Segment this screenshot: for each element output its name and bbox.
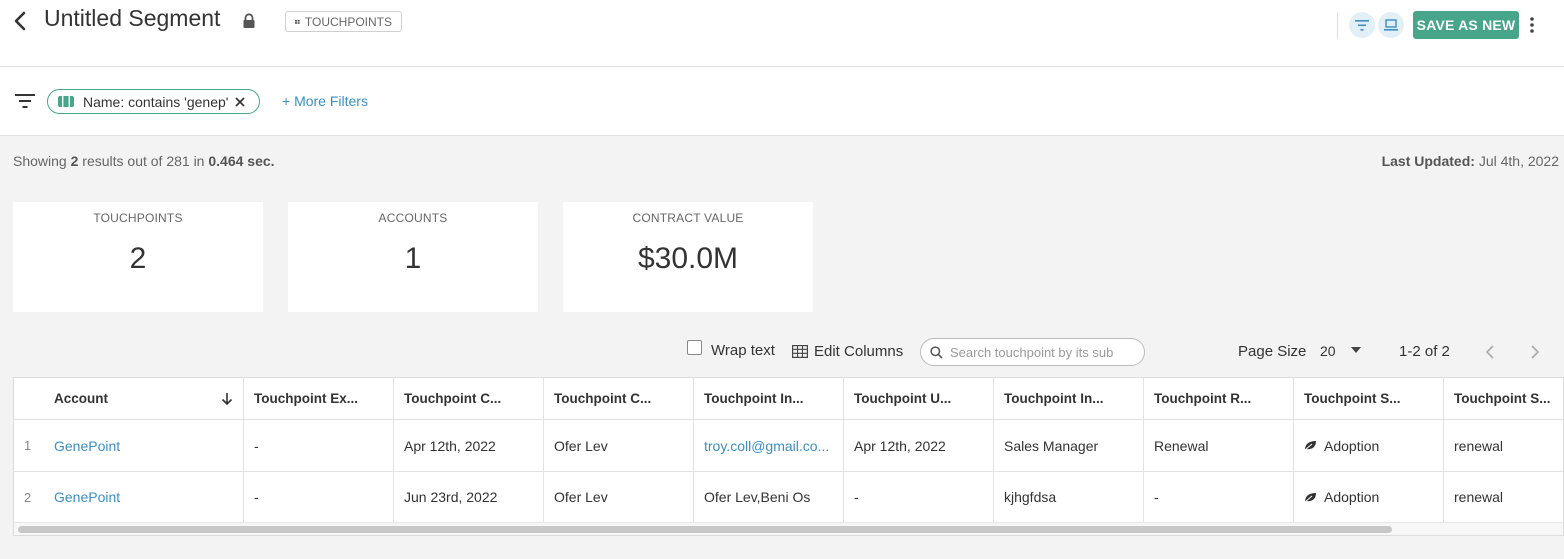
- filter-bar: Name: contains 'genep' + More Filters: [0, 67, 1564, 136]
- table-cell: kjhgfdsa: [994, 472, 1144, 522]
- card-value: $30.0M: [637, 242, 739, 275]
- monitor-icon: [1384, 18, 1398, 31]
- page-header: Untitled Segment TOUCHPOINTS SAVE AS NEW: [0, 0, 1564, 67]
- table-row[interactable]: 1 GenePoint - Apr 12th, 2022 Ofer Lev tr…: [14, 420, 1563, 471]
- remove-filter-icon[interactable]: [234, 96, 246, 108]
- stage-label: Adoption: [1324, 437, 1380, 454]
- table-cell: Jun 23rd, 2022: [394, 472, 544, 522]
- wrap-text-checkbox[interactable]: [687, 340, 702, 355]
- results-elapsed: 0.464 sec.: [208, 153, 275, 169]
- results-summary: Showing 2 results out of 281 in 0.464 se…: [13, 153, 275, 169]
- filter-icon[interactable]: [14, 92, 36, 110]
- caret-down-icon[interactable]: [1351, 347, 1361, 354]
- wrap-text-label: Wrap text: [711, 342, 775, 359]
- column-header[interactable]: Touchpoint In...: [994, 378, 1144, 419]
- table-cell: Ofer Lev: [544, 472, 694, 522]
- row-number: 2: [24, 489, 32, 505]
- table-cell: -: [1144, 472, 1294, 522]
- edit-columns-button[interactable]: Edit Columns: [792, 343, 903, 360]
- table-cell: Apr 12th, 2022: [844, 420, 994, 471]
- column-header[interactable]: Touchpoint R...: [1144, 378, 1294, 419]
- horizontal-scrollbar[interactable]: [14, 522, 1563, 535]
- column-header[interactable]: Touchpoint S...: [1294, 378, 1444, 419]
- scrollbar-thumb[interactable]: [18, 526, 1392, 533]
- card-label: CONTRACT VALUE: [632, 211, 744, 225]
- card-value: 2: [129, 242, 147, 275]
- search-input[interactable]: Search touchpoint by its sub: [920, 338, 1145, 366]
- participants-text: Ofer Lev,Beni Os: [704, 489, 811, 505]
- table-cell: renewal: [1454, 437, 1504, 454]
- filter-chip-label: Name: contains 'genep': [83, 93, 229, 110]
- touchpoints-table: Account Touchpoint Ex... Touchpoint C...…: [13, 377, 1564, 536]
- filter-icon: [1355, 19, 1369, 31]
- table-header-row: Account Touchpoint Ex... Touchpoint C...…: [14, 378, 1563, 419]
- more-filters-link[interactable]: + More Filters: [282, 93, 368, 109]
- filter-chip[interactable]: Name: contains 'genep': [47, 89, 260, 114]
- table-cell: -: [244, 420, 394, 471]
- account-cell[interactable]: 2 GenePoint: [14, 472, 244, 522]
- lock-icon: [243, 13, 255, 28]
- table-cell: Ofer Lev,Beni Os: [694, 472, 844, 522]
- results-count: 2: [70, 153, 79, 169]
- column-header[interactable]: Touchpoint C...: [544, 378, 694, 419]
- column-header[interactable]: Touchpoint In...: [694, 378, 844, 419]
- grid-icon: [295, 19, 300, 24]
- column-header[interactable]: Touchpoint U...: [844, 378, 994, 419]
- accounts-card: ACCOUNTS 1: [288, 202, 538, 312]
- header-divider: [1337, 13, 1338, 39]
- search-icon: [930, 345, 943, 359]
- view-toggle-button[interactable]: [1378, 12, 1404, 38]
- table-cell: Apr 12th, 2022: [394, 420, 544, 471]
- card-label: ACCOUNTS: [378, 211, 448, 225]
- last-updated: Last Updated: Jul 4th, 2022: [1381, 153, 1559, 169]
- touchpoints-card: TOUCHPOINTS 2: [13, 202, 263, 312]
- wrap-text-toggle[interactable]: Wrap text: [687, 340, 775, 359]
- save-as-new-button[interactable]: SAVE AS NEW: [1413, 11, 1519, 39]
- row-number: 1: [24, 438, 32, 453]
- page-title[interactable]: Untitled Segment: [44, 5, 220, 32]
- segment-type-label: TOUCHPOINTS: [304, 14, 392, 29]
- column-header-account[interactable]: Account: [14, 378, 244, 419]
- stage-label: Adoption: [1324, 489, 1380, 505]
- sort-descending-icon[interactable]: [221, 392, 233, 406]
- table-cell: Renewal: [1144, 420, 1294, 471]
- filter-toggle-button[interactable]: [1349, 12, 1375, 38]
- edit-columns-label: Edit Columns: [814, 343, 904, 360]
- email-cell: troy.coll@gmail.co...: [694, 420, 844, 471]
- touchpoint-icon: [58, 96, 74, 107]
- page-size-select[interactable]: 20: [1320, 343, 1336, 359]
- pagination-range: 1-2 of 2: [1399, 343, 1450, 360]
- table-icon: [792, 345, 808, 358]
- chevron-right-icon[interactable]: [1530, 345, 1540, 359]
- stage-cell: Adoption: [1294, 420, 1444, 471]
- account-cell[interactable]: 1 GenePoint: [14, 420, 244, 471]
- table-row[interactable]: 2 GenePoint - Jun 23rd, 2022 Ofer Lev Of…: [14, 472, 1563, 522]
- card-label: TOUCHPOINTS: [93, 211, 183, 225]
- table-cell: -: [244, 472, 394, 522]
- card-value: 1: [404, 242, 422, 275]
- more-options-icon[interactable]: [1526, 15, 1538, 35]
- chevron-left-icon[interactable]: [1485, 345, 1495, 359]
- leaf-icon: [1304, 441, 1316, 451]
- back-arrow-icon[interactable]: [10, 10, 32, 32]
- search-placeholder: Search touchpoint by its sub: [950, 344, 1114, 360]
- stage-cell: Adoption: [1294, 472, 1444, 522]
- column-header[interactable]: Touchpoint Ex...: [244, 378, 394, 419]
- account-link[interactable]: GenePoint: [54, 438, 120, 454]
- account-link[interactable]: GenePoint: [54, 489, 120, 505]
- page-size-label: Page Size: [1238, 343, 1307, 360]
- table-cell: Ofer Lev: [544, 420, 694, 471]
- segment-type-badge: TOUCHPOINTS: [285, 11, 402, 32]
- leaf-icon: [1304, 492, 1316, 502]
- table-cell: renewal: [1454, 489, 1504, 505]
- contract-value-card: CONTRACT VALUE $30.0M: [563, 202, 813, 312]
- column-header[interactable]: Touchpoint C...: [394, 378, 544, 419]
- table-cell: Sales Manager: [994, 420, 1144, 471]
- email-link[interactable]: troy.coll@gmail.co...: [704, 438, 829, 454]
- table-cell: -: [844, 472, 994, 522]
- column-header[interactable]: Touchpoint S...: [1444, 378, 1563, 419]
